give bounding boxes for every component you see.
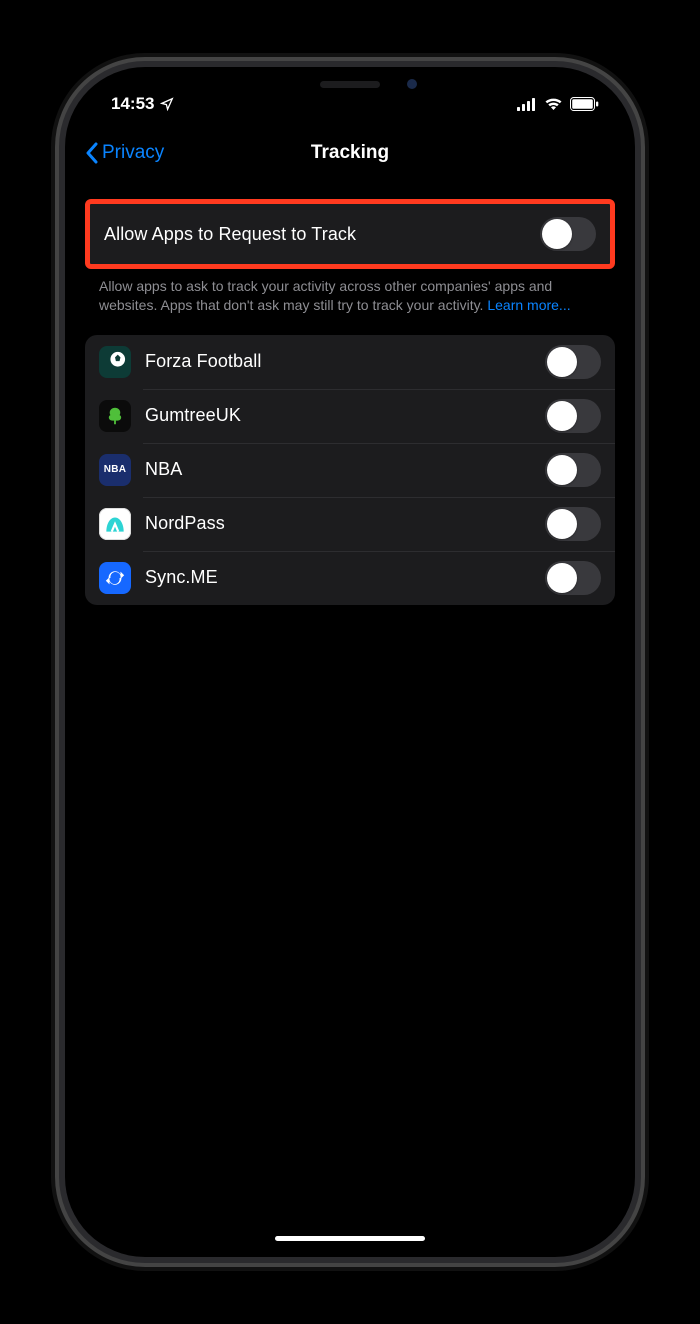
back-label: Privacy — [102, 142, 164, 164]
app-row-sync-me[interactable]: Sync.ME — [85, 551, 615, 605]
allow-tracking-group: Allow Apps to Request to Track — [85, 199, 615, 269]
footer-text: Allow apps to ask to track your activity… — [99, 278, 552, 313]
home-indicator[interactable] — [275, 1236, 425, 1241]
app-name-label: GumtreeUK — [145, 405, 545, 426]
learn-more-link[interactable]: Learn more... — [487, 297, 570, 313]
nav-bar: Privacy Tracking — [71, 127, 629, 179]
app-tracking-toggle[interactable] — [545, 453, 601, 487]
app-icon — [99, 508, 131, 540]
wifi-icon — [544, 97, 563, 111]
app-icon: NBA — [99, 454, 131, 486]
toggle-knob — [547, 455, 577, 485]
apps-group: Forza Football GumtreeUK NBA NBA NordPass Syn… — [85, 335, 615, 605]
toggle-knob — [542, 219, 572, 249]
notch — [225, 67, 475, 101]
tracking-footer: Allow apps to ask to track your activity… — [85, 269, 615, 315]
app-row-nordpass[interactable]: NordPass — [85, 497, 615, 551]
phone-frame: 14:53 — [65, 67, 635, 1257]
app-icon — [99, 562, 131, 594]
app-tracking-toggle[interactable] — [545, 399, 601, 433]
app-row-gumtreeuk[interactable]: GumtreeUK — [85, 389, 615, 443]
app-row-forza-football[interactable]: Forza Football — [85, 335, 615, 389]
app-name-label: Forza Football — [145, 351, 545, 372]
toggle-knob — [547, 509, 577, 539]
screen: 14:53 — [71, 73, 629, 1251]
app-name-label: NordPass — [145, 513, 545, 534]
app-row-nba[interactable]: NBA NBA — [85, 443, 615, 497]
page-title: Tracking — [311, 142, 389, 164]
toggle-knob — [547, 347, 577, 377]
speaker-grille — [320, 81, 380, 88]
allow-tracking-row[interactable]: Allow Apps to Request to Track — [90, 204, 610, 264]
allow-tracking-toggle[interactable] — [540, 217, 596, 251]
app-tracking-toggle[interactable] — [545, 507, 601, 541]
app-icon — [99, 400, 131, 432]
cellular-icon — [517, 98, 537, 111]
toggle-knob — [547, 563, 577, 593]
back-button[interactable]: Privacy — [85, 142, 164, 164]
allow-tracking-label: Allow Apps to Request to Track — [104, 224, 540, 245]
app-name-label: NBA — [145, 459, 545, 480]
chevron-left-icon — [85, 142, 98, 164]
front-camera — [407, 79, 417, 89]
battery-icon — [570, 97, 599, 111]
app-icon — [99, 346, 131, 378]
app-tracking-toggle[interactable] — [545, 345, 601, 379]
app-tracking-toggle[interactable] — [545, 561, 601, 595]
status-time: 14:53 — [111, 94, 154, 114]
toggle-knob — [547, 401, 577, 431]
location-icon — [160, 97, 174, 111]
app-name-label: Sync.ME — [145, 567, 545, 588]
